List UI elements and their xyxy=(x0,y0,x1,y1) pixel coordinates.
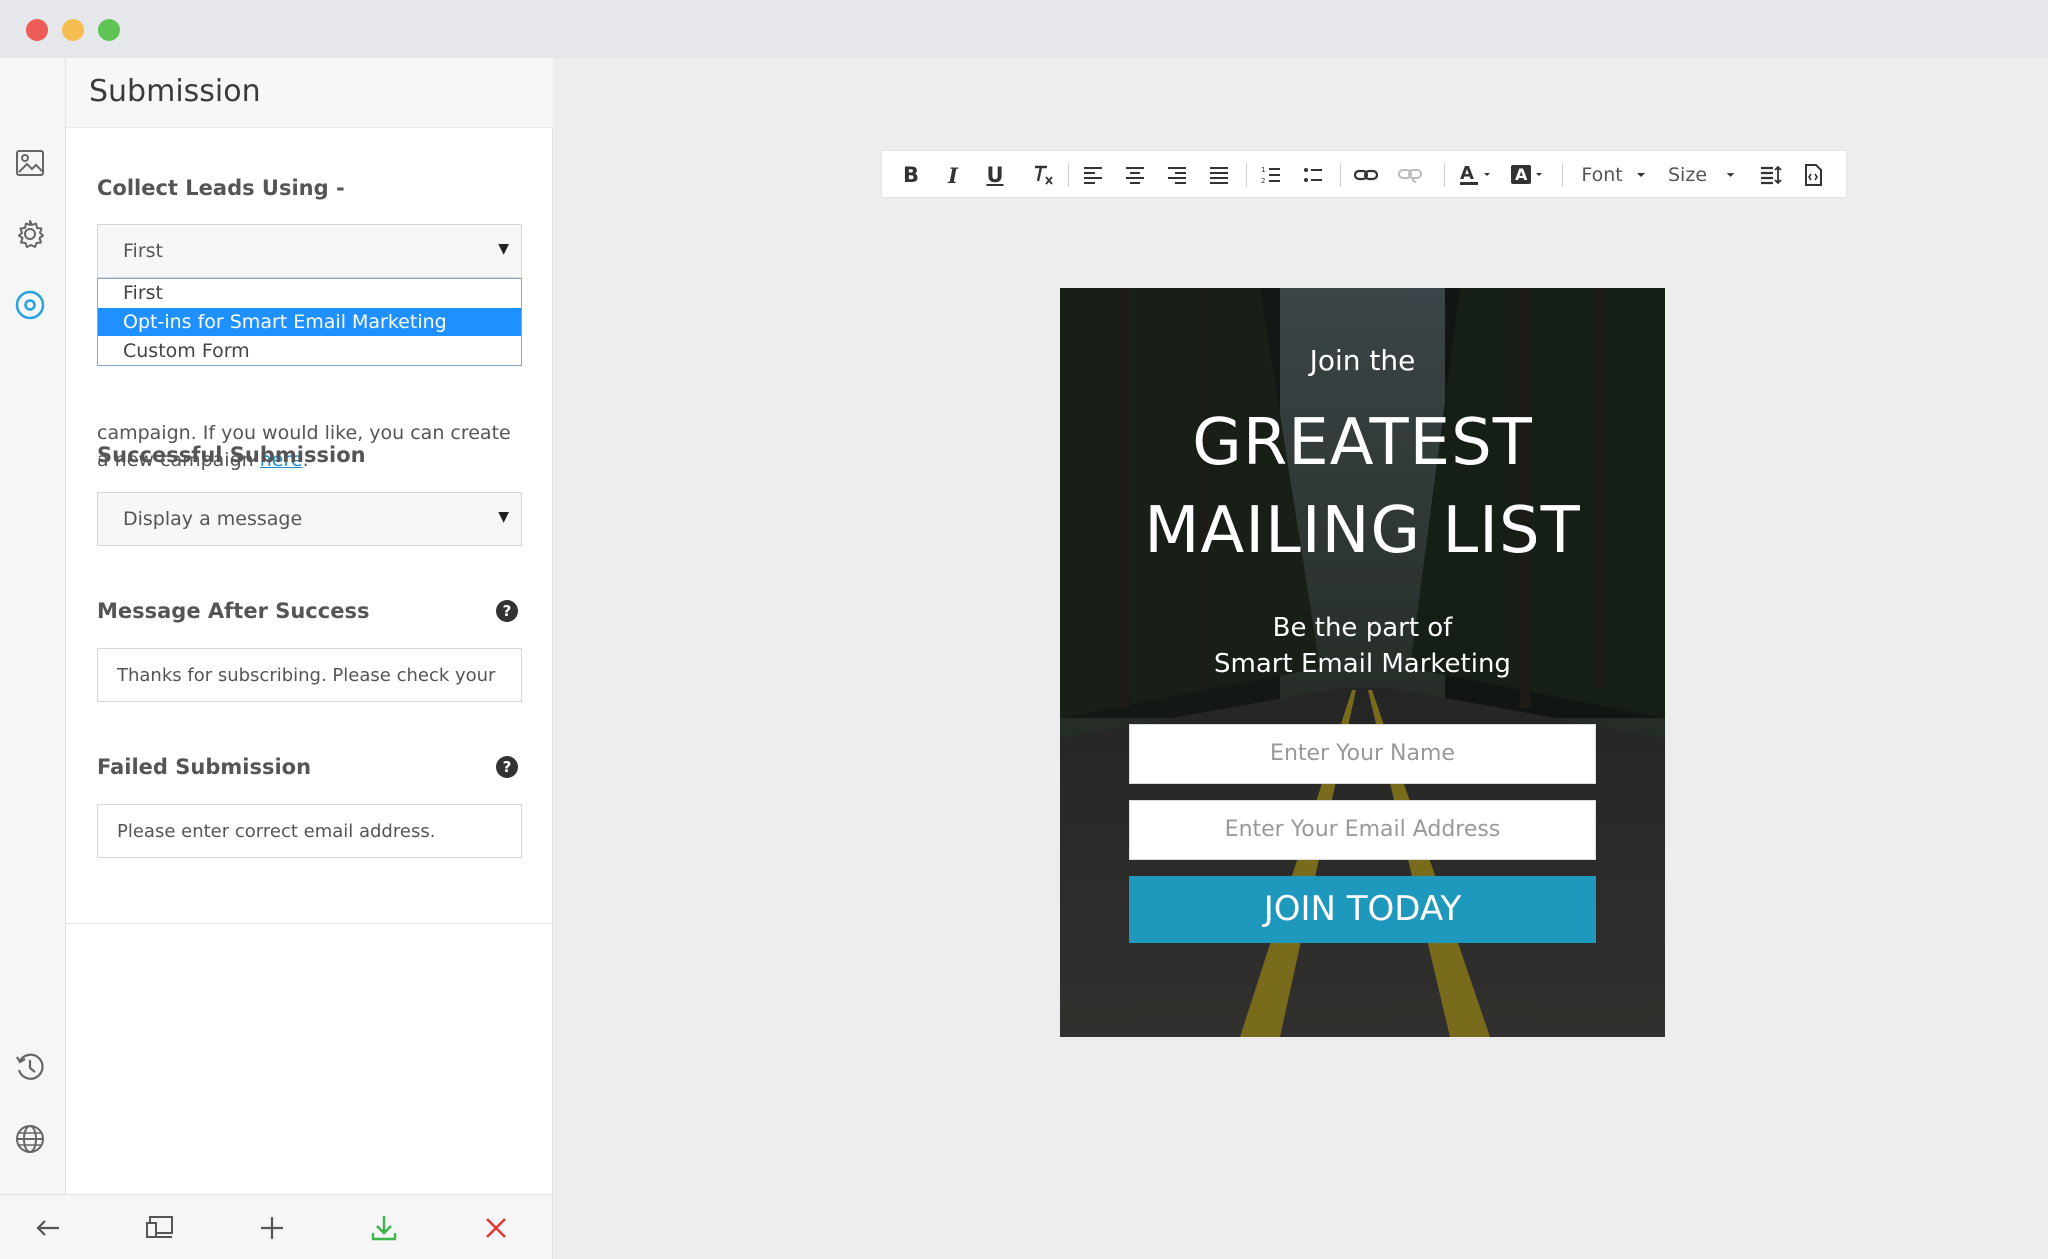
close-window-button[interactable] xyxy=(26,19,48,41)
dropdown-option-first[interactable]: First xyxy=(98,279,521,307)
gear-icon[interactable] xyxy=(13,217,47,251)
collect-leads-value: First xyxy=(123,240,163,262)
join-today-button[interactable]: JOIN TODAY xyxy=(1129,876,1596,943)
submission-panel: Submission Collect Leads Using - First ▼… xyxy=(66,58,553,1194)
panel-title: Submission xyxy=(89,74,261,109)
optin-preview-card: Join the GREATEST MAILING LIST Be the pa… xyxy=(1060,288,1665,1037)
italic-button[interactable]: I xyxy=(940,159,966,191)
chevron-down-icon: ▼ xyxy=(498,241,509,257)
bold-button[interactable]: B xyxy=(898,159,924,191)
preview-join-text: Join the xyxy=(1309,344,1416,377)
message-after-success-input[interactable]: Thanks for subscribing. Please check you… xyxy=(97,648,522,702)
successful-submission-value: Display a message xyxy=(123,508,303,530)
plus-icon[interactable] xyxy=(252,1208,292,1248)
align-left-icon[interactable] xyxy=(1080,159,1106,191)
successful-submission-label: Successful Submission xyxy=(97,443,366,467)
source-code-icon[interactable] xyxy=(1800,159,1826,191)
underline-button[interactable]: U xyxy=(982,159,1008,191)
font-label: Font xyxy=(1581,164,1623,186)
help-icon[interactable]: ? xyxy=(496,600,518,622)
failed-submission-input[interactable]: Please enter correct email address. xyxy=(97,804,522,858)
align-right-icon[interactable] xyxy=(1164,159,1190,191)
size-label: Size xyxy=(1668,164,1708,186)
history-icon[interactable] xyxy=(13,1050,47,1084)
preview-headline-line1: GREATEST xyxy=(1192,406,1533,480)
message-after-success-value: Thanks for subscribing. Please check you… xyxy=(117,665,496,686)
rich-text-toolbar: B I U 12 A A Font Size xyxy=(881,150,1847,198)
back-arrow-icon[interactable] xyxy=(28,1208,68,1248)
line-height-icon[interactable] xyxy=(1758,159,1784,191)
close-icon[interactable] xyxy=(476,1208,516,1248)
failed-submission-value: Please enter correct email address. xyxy=(117,821,436,842)
collect-leads-label: Collect Leads Using - xyxy=(97,176,345,200)
preview-headline-line2: MAILING LIST xyxy=(1144,494,1581,568)
preview-name-input[interactable]: Enter Your Name xyxy=(1129,724,1596,784)
svg-text:A: A xyxy=(1460,163,1474,184)
chevron-down-icon: ▼ xyxy=(498,509,509,525)
window-titlebar xyxy=(0,0,2048,58)
message-after-success-label: Message After Success xyxy=(97,599,370,623)
collect-leads-dropdown: First Opt-ins for Smart Email Marketing … xyxy=(97,278,522,366)
unlink-icon[interactable] xyxy=(1396,159,1424,191)
size-dropdown[interactable]: Size xyxy=(1668,159,1740,191)
failed-submission-label: Failed Submission xyxy=(97,755,312,779)
preview-subheadline: Be the part of Smart Email Marketing xyxy=(1214,613,1511,679)
svg-text:A: A xyxy=(1515,165,1528,184)
svg-text:2: 2 xyxy=(1261,177,1265,184)
collect-leads-select[interactable]: First ▼ xyxy=(97,224,522,278)
target-icon[interactable] xyxy=(13,288,47,322)
help-icon[interactable]: ? xyxy=(496,756,518,778)
minimize-window-button[interactable] xyxy=(62,19,84,41)
align-center-icon[interactable] xyxy=(1122,159,1148,191)
icon-rail xyxy=(0,58,66,1259)
bottom-action-bar xyxy=(0,1194,553,1259)
numbered-list-icon[interactable]: 12 xyxy=(1258,159,1284,191)
dropdown-option-custom-form[interactable]: Custom Form xyxy=(98,337,521,365)
clear-format-icon[interactable] xyxy=(1030,159,1056,191)
preview-email-input[interactable]: Enter Your Email Address xyxy=(1129,800,1596,860)
globe-icon[interactable] xyxy=(13,1122,47,1156)
font-dropdown[interactable]: Font xyxy=(1578,159,1654,191)
link-icon[interactable] xyxy=(1352,159,1380,191)
image-icon[interactable] xyxy=(13,146,47,180)
background-color-icon[interactable]: A xyxy=(1508,159,1548,191)
bulleted-list-icon[interactable] xyxy=(1300,159,1326,191)
text-color-icon[interactable]: A xyxy=(1456,159,1496,191)
panel-header: Submission xyxy=(66,58,553,128)
download-icon[interactable] xyxy=(364,1208,404,1248)
panel-divider xyxy=(66,923,553,924)
align-justify-icon[interactable] xyxy=(1206,159,1232,191)
svg-text:1: 1 xyxy=(1261,166,1265,174)
dropdown-option-optins[interactable]: Opt-ins for Smart Email Marketing xyxy=(98,308,521,336)
maximize-window-button[interactable] xyxy=(98,19,120,41)
successful-submission-select[interactable]: Display a message ▼ xyxy=(97,492,522,546)
devices-icon[interactable] xyxy=(140,1208,180,1248)
